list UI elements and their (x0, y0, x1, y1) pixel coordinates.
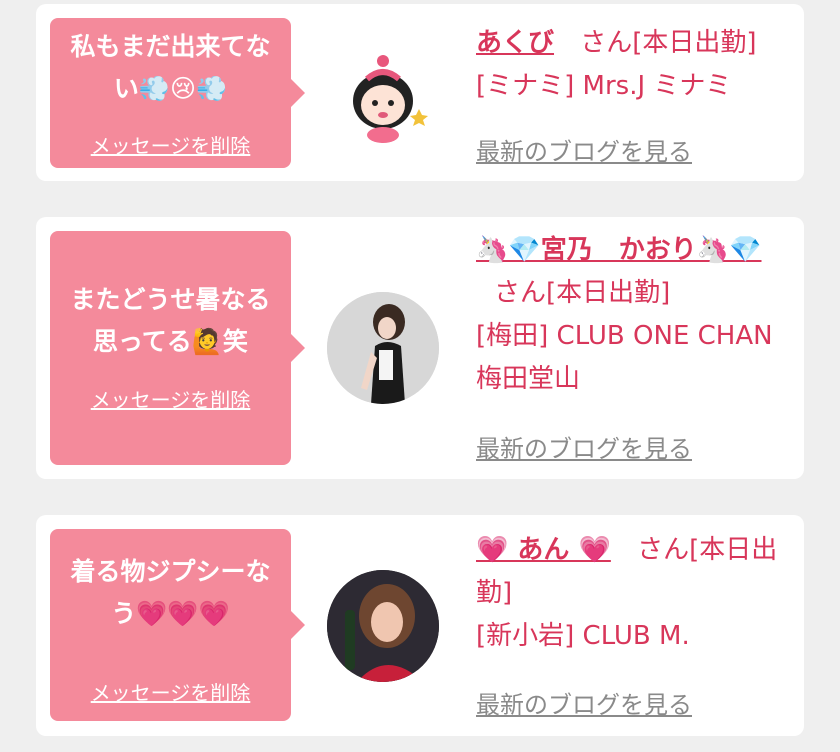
cast-shop: [梅田] CLUB ONE CHAN 梅田堂山 (476, 321, 773, 394)
avatar-photo (327, 292, 439, 404)
cast-shop: [新小岩] CLUB M. (476, 621, 690, 651)
cast-name-link[interactable]: 💗 あん 💗 (476, 535, 611, 565)
avatar[interactable] (327, 570, 439, 682)
message-card: またどうせ暑なる思ってる🙋笑 メッセージを削除 🦄💎宮乃 かおり🦄💎 さん[本日… (36, 217, 804, 479)
message-list: 私もまだ出来てない💨😢💨 メッセージを削除 あくび さん[本日出勤] [ミナミ]… (0, 0, 840, 752)
message-text: 着る物ジプシーなう💗💗💗 (70, 557, 271, 628)
delete-message-button[interactable]: メッセージを削除 (50, 677, 291, 706)
message-bubble: またどうせ暑なる思ってる🙋笑 メッセージを削除 (50, 231, 305, 465)
message-bubble: 私もまだ出来てない💨😢💨 メッセージを削除 (50, 18, 305, 168)
message-text: 私もまだ出来てない💨😢💨 (70, 32, 271, 103)
message-text: またどうせ暑なる思ってる🙋笑 (70, 285, 271, 356)
cast-info: 💗 あん 💗 さん[本日出勤] [新小岩] CLUB M. (476, 529, 796, 658)
cast-shop: [ミナミ] Mrs.J ミナミ (476, 71, 732, 101)
avatar-photo (327, 570, 439, 682)
cast-name-link[interactable]: 🦄💎宮乃 かおり🦄💎 (476, 235, 762, 265)
message-card: 着る物ジプシーなう💗💗💗 メッセージを削除 💗 あん 💗 さん[本日出勤] [新… (36, 515, 804, 736)
avatar-illustration (353, 55, 428, 143)
cast-status: さん[本日出勤] (494, 278, 671, 308)
cast-info: 🦄💎宮乃 かおり🦄💎 さん[本日出勤] [梅田] CLUB ONE CHAN 梅… (476, 229, 796, 401)
delete-message-button[interactable]: メッセージを削除 (50, 384, 291, 413)
cast-name-link[interactable]: あくび (476, 28, 554, 58)
message-card: 私もまだ出来てない💨😢💨 メッセージを削除 あくび さん[本日出勤] [ミナミ]… (36, 4, 804, 181)
message-bubble: 着る物ジプシーなう💗💗💗 メッセージを削除 (50, 529, 305, 721)
latest-blog-link[interactable]: 最新のブログを見る (476, 429, 692, 464)
avatar[interactable] (327, 39, 439, 151)
latest-blog-link[interactable]: 最新のブログを見る (476, 132, 692, 167)
cast-status: さん[本日出勤] (580, 28, 757, 58)
delete-message-button[interactable]: メッセージを削除 (50, 130, 291, 159)
latest-blog-link[interactable]: 最新のブログを見る (476, 685, 692, 720)
cast-info: あくび さん[本日出勤] [ミナミ] Mrs.J ミナミ (476, 22, 796, 108)
avatar[interactable] (327, 292, 439, 404)
